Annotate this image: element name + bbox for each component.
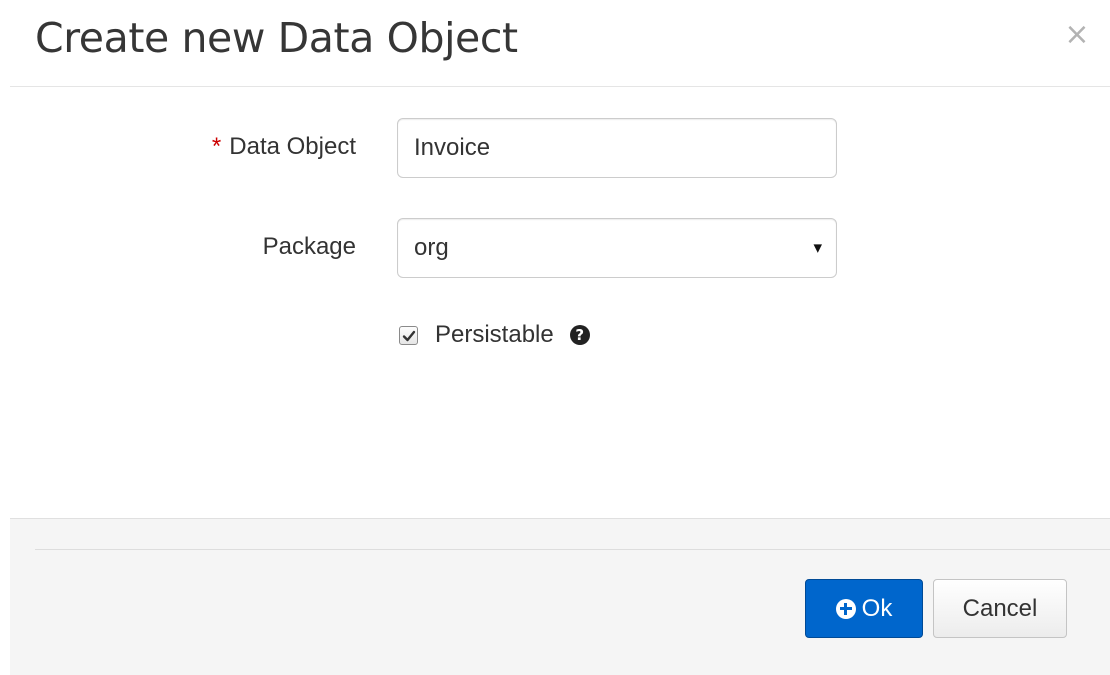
cancel-button-label: Cancel xyxy=(962,594,1038,622)
dialog-body: * Data Object Package org ▾ Persistable ? xyxy=(10,88,1110,518)
plus-circle-icon xyxy=(835,598,856,619)
question-circle-icon[interactable]: ? xyxy=(569,325,590,345)
persistable-row: Persistable ? xyxy=(399,320,590,350)
close-icon[interactable]: × xyxy=(1058,16,1096,54)
data-object-label: * Data Object xyxy=(212,132,356,162)
footer-divider xyxy=(35,549,1110,550)
dialog-footer: Ok Cancel xyxy=(10,518,1110,675)
package-selected-value: org xyxy=(414,234,449,261)
package-select[interactable]: org ▾ xyxy=(397,218,837,278)
data-object-input[interactable] xyxy=(397,118,837,178)
ok-button-label: Ok xyxy=(861,594,893,622)
create-data-object-dialog: Create new Data Object × * Data Object Pa… xyxy=(0,0,1110,675)
cancel-button[interactable]: Cancel xyxy=(933,579,1067,638)
persistable-label: Persistable xyxy=(435,321,554,348)
data-object-label-text: Data Object xyxy=(229,133,356,160)
ok-button[interactable]: Ok xyxy=(805,579,923,638)
dialog-header: Create new Data Object xyxy=(10,0,1110,87)
dialog-title: Create new Data Object xyxy=(35,14,518,62)
chevron-down-icon: ▾ xyxy=(813,238,822,257)
persistable-checkbox[interactable] xyxy=(399,325,418,345)
required-marker: * xyxy=(211,133,222,160)
package-label: Package xyxy=(262,233,356,260)
checkmark-icon xyxy=(402,330,416,341)
